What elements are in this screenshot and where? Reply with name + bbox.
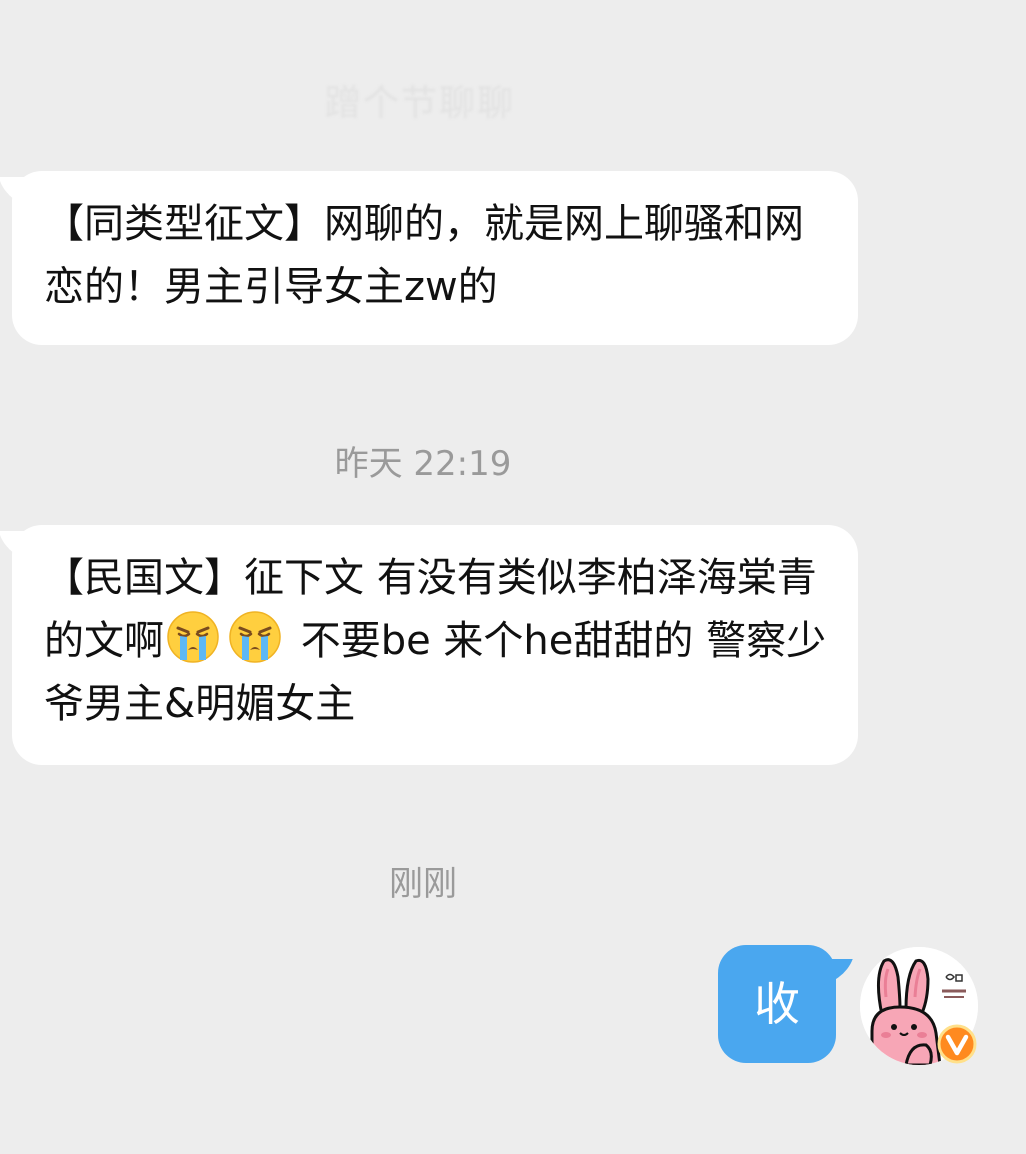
crying-face-icon: [229, 611, 281, 663]
message-timestamp: 昨天 22:19: [334, 444, 512, 484]
message-text: 【民国文】征下文 有没有类似李柏泽海棠青的文啊 不要be 来个he甜甜的 警察少…: [44, 547, 828, 736]
crying-face-icon: [167, 611, 219, 663]
outgoing-message-bubble[interactable]: 收: [718, 945, 836, 1063]
incoming-message-bubble[interactable]: 【民国文】征下文 有没有类似李柏泽海棠青的文啊 不要be 来个he甜甜的 警察少…: [12, 525, 858, 765]
message-timestamp: 刚刚: [389, 864, 457, 904]
incoming-message-bubble[interactable]: 【同类型征文】网聊的，就是网上聊骚和网恋的！男主引导女主zw的: [12, 171, 858, 345]
message-text: 收: [754, 977, 800, 1031]
message-text: 【同类型征文】网聊的，就是网上聊骚和网恋的！男主引导女主zw的: [44, 201, 804, 310]
vip-v-badge-icon: [937, 1024, 977, 1064]
faded-chat-header: 蹭个节聊聊: [324, 83, 515, 124]
